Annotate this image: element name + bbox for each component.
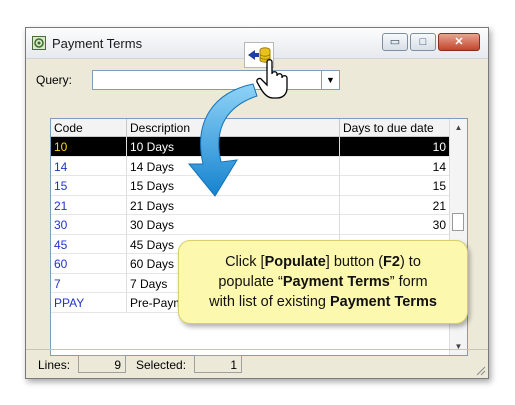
callout-line-3: with list of existing Payment Terms [209,294,437,310]
cell-code: 10 [51,137,127,157]
callout-line-1: Click [Populate] button (F2) to [225,254,421,270]
cell-code: 15 [51,176,127,196]
maximize-icon: □ [419,35,427,48]
maximize-button[interactable]: □ [410,33,436,51]
selected-label: Selected: [136,358,187,372]
cell-days: 15 [340,176,451,196]
lines-label: Lines: [38,358,71,372]
curved-arrow-icon [187,83,258,197]
cell-days: 10 [340,137,451,157]
close-icon: ✕ [454,35,464,48]
cell-days: 30 [340,215,451,235]
hand-cursor-icon [256,59,288,99]
payment-terms-app-icon [32,36,46,50]
cell-description: 30 Days [127,215,340,235]
cell-code: 21 [51,195,127,215]
cell-code: 14 [51,156,127,176]
cell-code: 30 [51,215,127,235]
column-header-code[interactable]: Code [51,119,127,137]
resize-grip-icon[interactable] [474,364,486,376]
cell-code: 60 [51,254,127,274]
cell-code: 45 [51,234,127,254]
status-bar: Lines: 9 Selected: 1 [26,349,488,378]
query-dropdown-button[interactable]: ▼ [321,70,340,90]
column-header-days-to-due-date[interactable]: Days to due date [340,119,451,137]
cell-days: 21 [340,195,451,215]
caption-buttons: ▭ □ ✕ [382,33,480,53]
close-button[interactable]: ✕ [438,33,480,51]
cell-code: PPAY [51,293,127,313]
scroll-thumb[interactable] [452,213,464,231]
table-row[interactable]: 30 30 Days 30 [51,215,451,235]
chevron-down-icon: ▼ [326,75,335,85]
query-label: Query: [36,73,73,87]
callout-line-2: populate “Payment Terms” form [218,274,428,290]
minimize-icon: ▭ [389,35,401,48]
callout-tooltip: Click [Populate] button (F2) to populate… [178,240,468,324]
window-title: Payment Terms [52,36,143,51]
cell-days: 14 [340,156,451,176]
cell-code: 7 [51,273,127,293]
selected-count: 1 [194,355,242,373]
minimize-button[interactable]: ▭ [382,33,408,51]
lines-count: 9 [78,355,126,373]
scroll-up-icon[interactable]: ▲ [450,119,467,136]
